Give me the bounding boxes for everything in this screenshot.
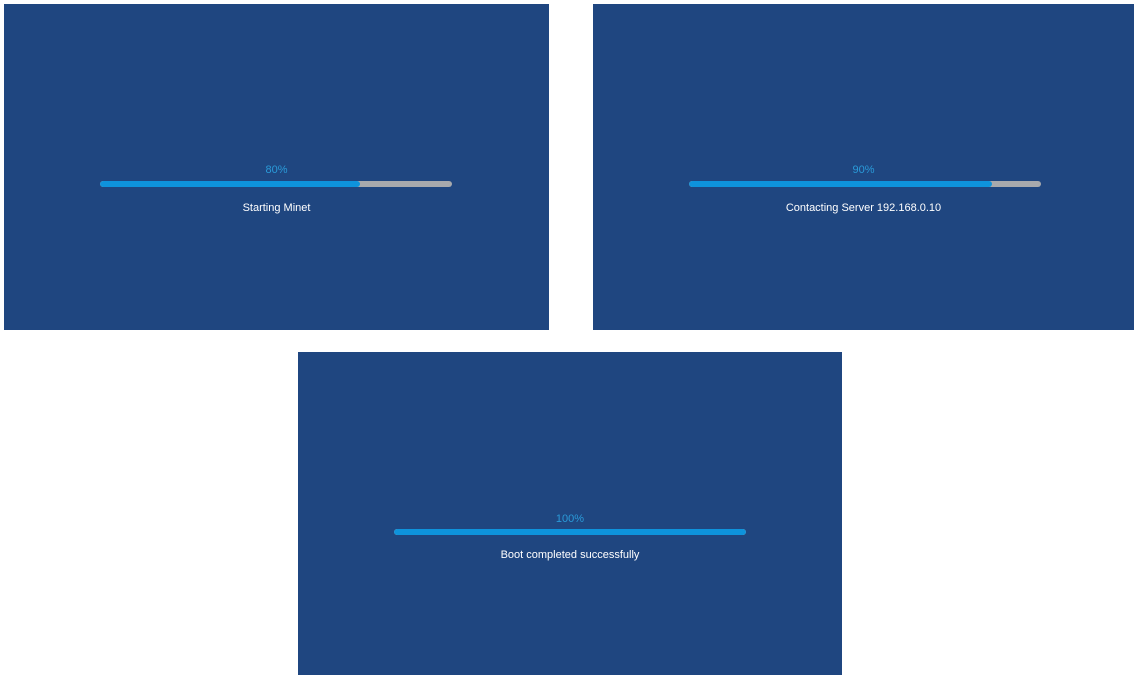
boot-status-text: Boot completed successfully [500,549,640,561]
progress-bar-track [100,181,452,187]
progress-bar-fill [689,181,992,187]
progress-bar-track [689,181,1041,187]
progress-bar-fill [394,529,746,535]
boot-status-text: Contacting Server 192.168.0.10 [785,202,942,214]
progress-bar-track [394,529,746,535]
progress-percent-label: 100% [555,513,585,525]
boot-screen-1: 80% Starting Minet [4,4,549,330]
boot-screen-3: 100% Boot completed successfully [298,352,842,675]
boot-status-text: Starting Minet [242,202,311,214]
boot-screen-2: 90% Contacting Server 192.168.0.10 [593,4,1134,330]
progress-bar-fill [100,181,361,187]
progress-percent-label: 80% [265,164,288,176]
progress-percent-label: 90% [852,164,875,176]
